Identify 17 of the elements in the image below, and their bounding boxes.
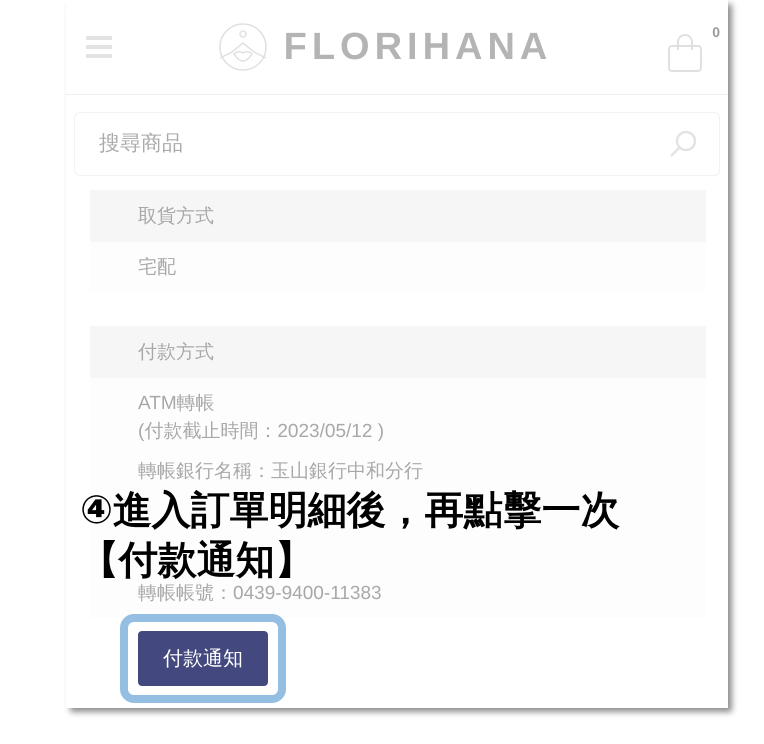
- search-icon[interactable]: [669, 130, 697, 158]
- section-title: 取貨方式: [90, 190, 706, 242]
- section-title: 付款方式: [90, 326, 706, 378]
- cart-count: 0: [712, 24, 720, 40]
- info-text: 轉帳銀行名稱：玉山銀行中和分行: [138, 460, 424, 484]
- logo-icon: [218, 22, 268, 72]
- info-text: 轉帳帳號：0439-9400-11383: [138, 582, 383, 606]
- info-text: (付款截止時間：2023/05/12 ): [138, 420, 386, 444]
- menu-icon[interactable]: [86, 36, 112, 58]
- search-box[interactable]: 搜尋商品: [74, 112, 720, 176]
- info-text: 宅配: [138, 256, 177, 280]
- annotation-text: 【付款通知】: [80, 537, 315, 584]
- payment-notice-button[interactable]: 付款通知: [138, 631, 268, 686]
- info-text: ATM轉帳: [138, 392, 216, 416]
- shopping-bag-icon[interactable]: [668, 34, 702, 72]
- search-field[interactable]: 搜尋商品: [97, 131, 669, 157]
- annotation-text: ④進入訂單明細後，再點擊一次: [80, 487, 620, 535]
